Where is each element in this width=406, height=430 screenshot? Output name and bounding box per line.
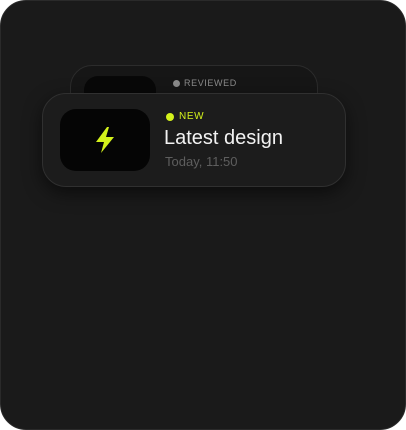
- notification-timestamp: Today, 11:50: [165, 154, 238, 169]
- status-label: REVIEWED: [184, 78, 237, 88]
- notification-title: Latest design: [164, 127, 283, 149]
- lightning-bolt-icon: [96, 127, 114, 153]
- notification-card-new[interactable]: NEW Latest design Today, 11:50: [42, 93, 346, 187]
- notification-panel: REVIEWED NEW Latest design Today, 11:50: [0, 0, 406, 430]
- status-badge: REVIEWED: [173, 78, 237, 88]
- status-label: NEW: [179, 111, 205, 122]
- status-dot: [166, 112, 174, 121]
- notification-thumbnail: [60, 109, 150, 171]
- status-dot: [173, 79, 180, 87]
- status-badge: NEW: [166, 111, 204, 122]
